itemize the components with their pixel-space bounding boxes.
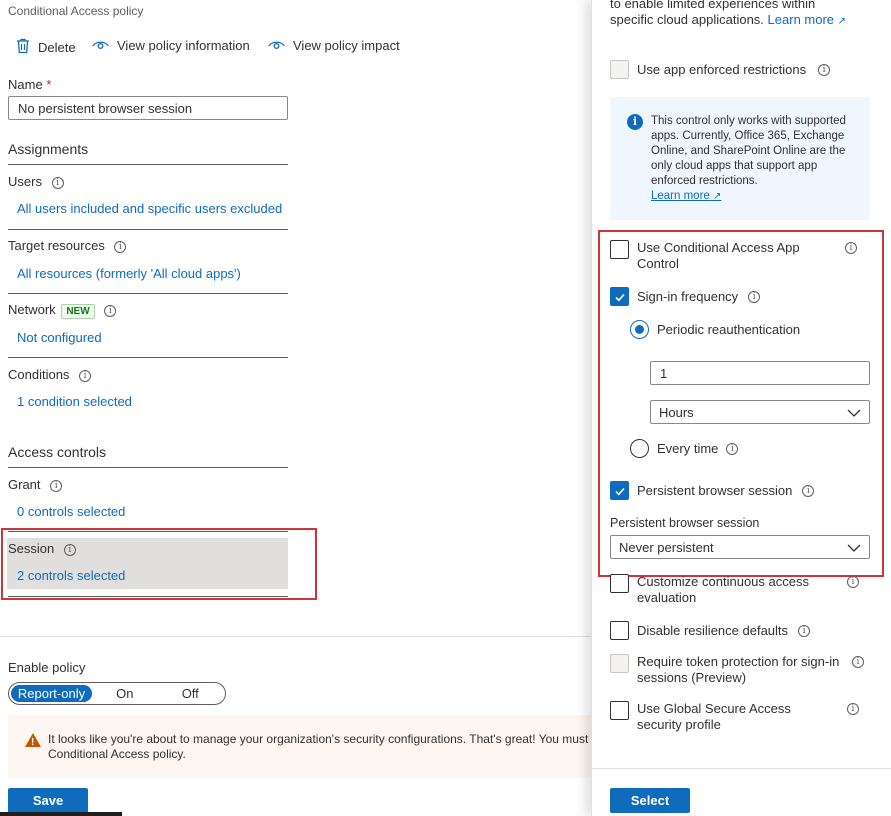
conditions-label-text: Conditions — [8, 367, 70, 382]
info-icon[interactable]: i — [798, 624, 811, 637]
info-icon[interactable]: i — [104, 304, 117, 317]
info-icon[interactable]: i — [79, 369, 92, 382]
global-secure-access-option[interactable]: Use Global Secure Access security profil… — [610, 701, 860, 733]
session-options-highlight-box — [598, 230, 884, 577]
required-mark: * — [46, 77, 52, 92]
learn-more-text: Learn more — [767, 12, 835, 27]
toggle-off[interactable]: Off — [158, 686, 224, 701]
enable-policy-toggle[interactable]: Report-only On Off — [8, 682, 226, 705]
divider — [8, 229, 288, 230]
cae-label: Customize continuous access evaluation — [637, 574, 809, 605]
users-label-text: Users — [8, 174, 42, 189]
app-enforced-label: Use app enforced restrictions — [637, 61, 807, 77]
target-resources-label-text: Target resources — [8, 238, 105, 253]
enable-policy-label: Enable policy — [8, 660, 86, 675]
resilience-checkbox[interactable] — [610, 621, 629, 640]
cae-option[interactable]: Customize continuous access evaluation — [610, 574, 860, 606]
warning-text-line2: Conditional Access policy. — [48, 747, 186, 761]
intro-line2: specific cloud applications. — [610, 12, 764, 27]
warning-banner: It looks like you're about to manage you… — [8, 715, 591, 778]
info-icon[interactable]: i — [852, 656, 864, 668]
warning-text-line1: It looks like you're about to manage you… — [48, 732, 589, 746]
info-icon[interactable]: i — [50, 479, 63, 492]
name-input[interactable]: No persistent browser session — [8, 96, 288, 120]
token-protection-option[interactable]: Require token protection for sign-in ses… — [610, 654, 860, 686]
token-protection-label: Require token protection for sign-in ses… — [637, 654, 840, 685]
select-button[interactable]: Select — [610, 788, 690, 813]
name-label-text: Name — [8, 77, 43, 92]
name-field-label: Name * — [8, 77, 51, 92]
divider — [8, 293, 288, 294]
users-link[interactable]: All users included and specific users ex… — [17, 201, 282, 216]
grant-label: Grant i — [8, 477, 63, 492]
cae-checkbox[interactable] — [610, 574, 629, 593]
network-label: Network NEW i — [8, 302, 117, 319]
divider — [591, 768, 891, 769]
grant-label-text: Grant — [8, 477, 41, 492]
info-learn-more-link[interactable]: Learn more ↗ — [651, 189, 860, 204]
global-secure-access-label: Use Global Secure Access security profil… — [637, 701, 791, 732]
eye-icon — [92, 38, 109, 53]
external-link-icon: ↗ — [713, 191, 722, 202]
divider — [8, 467, 288, 468]
info-box-text: This control only works with supported a… — [651, 115, 846, 187]
access-controls-heading: Access controls — [8, 444, 107, 460]
eye-icon — [268, 38, 285, 53]
resilience-option[interactable]: Disable resilience defaults i — [610, 621, 811, 640]
users-label: Users i — [8, 174, 64, 189]
warning-icon — [25, 733, 41, 750]
divider — [0, 636, 591, 637]
global-secure-access-checkbox[interactable] — [610, 701, 629, 720]
info-icon[interactable]: i — [818, 63, 831, 76]
assignments-heading: Assignments — [8, 141, 89, 157]
info-message-box: i This control only works with supported… — [610, 97, 870, 220]
resilience-label: Disable resilience defaults — [637, 622, 789, 638]
info-icon[interactable]: i — [847, 576, 859, 588]
intro-line1: to enable limited experiences within — [610, 0, 816, 11]
conditions-label: Conditions i — [8, 367, 92, 382]
delete-label: Delete — [38, 40, 76, 55]
info-icon[interactable]: i — [847, 703, 859, 715]
session-highlight-box — [1, 528, 317, 600]
page-subtitle: Conditional Access policy — [8, 4, 144, 18]
network-label-text: Network — [8, 302, 56, 317]
divider — [8, 164, 288, 165]
app-enforced-checkbox[interactable] — [610, 60, 629, 79]
trash-icon — [16, 38, 30, 57]
view-policy-impact-button[interactable]: View policy impact — [268, 38, 400, 53]
new-badge: NEW — [61, 304, 95, 319]
conditions-link[interactable]: 1 condition selected — [17, 394, 132, 409]
name-input-value: No persistent browser session — [18, 100, 193, 116]
view-impact-label: View policy impact — [293, 38, 400, 53]
status-strip — [0, 812, 122, 816]
save-button[interactable]: Save — [8, 788, 88, 813]
toggle-on[interactable]: On — [92, 686, 158, 701]
info-icon[interactable]: i — [114, 240, 127, 253]
delete-button[interactable]: Delete — [16, 38, 76, 57]
panel-intro-text: to enable limited experiences within spe… — [610, 0, 875, 30]
info-filled-icon: i — [627, 114, 643, 130]
divider — [8, 357, 288, 358]
target-resources-label: Target resources i — [8, 238, 127, 253]
app-enforced-option[interactable]: Use app enforced restrictions i — [610, 60, 831, 79]
toggle-report-only[interactable]: Report-only — [11, 685, 92, 702]
info-learn-more-text: Learn more — [651, 190, 710, 202]
external-link-icon: ↗ — [837, 16, 847, 27]
network-link[interactable]: Not configured — [17, 330, 102, 345]
learn-more-link[interactable]: Learn more ↗ — [768, 12, 847, 27]
view-info-label: View policy information — [117, 38, 250, 53]
grant-link[interactable]: 0 controls selected — [17, 504, 125, 519]
view-policy-info-button[interactable]: View policy information — [92, 38, 250, 53]
token-protection-checkbox[interactable] — [610, 654, 629, 673]
target-resources-link[interactable]: All resources (formerly 'All cloud apps'… — [17, 266, 241, 281]
info-icon[interactable]: i — [51, 176, 64, 189]
